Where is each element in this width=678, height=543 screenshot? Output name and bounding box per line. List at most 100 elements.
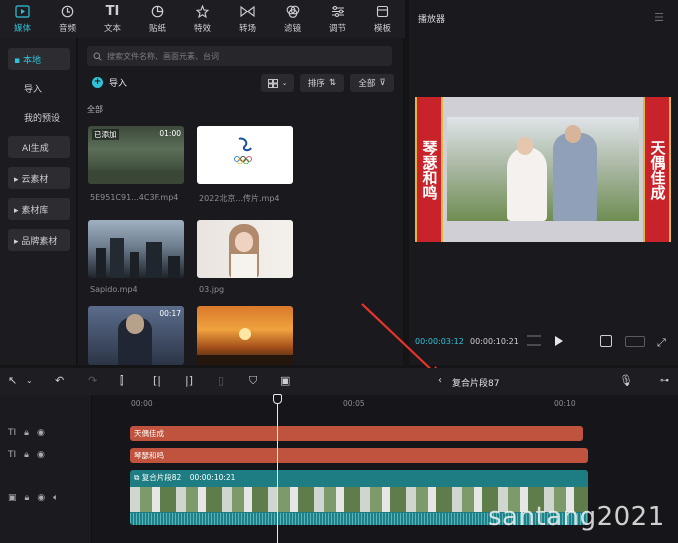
left-couplet-banner: 琴瑟和鸣: [415, 97, 443, 242]
undo-icon[interactable]: ↶: [55, 375, 64, 387]
media-filename: 03.jpg: [199, 285, 225, 294]
shield-icon[interactable]: ⛉: [249, 375, 257, 387]
focus-icon[interactable]: [600, 335, 612, 347]
microphone-icon[interactable]: 🎙︎: [619, 375, 633, 387]
adjust-icon: [331, 5, 345, 20]
select-cursor-icon[interactable]: ↖: [8, 375, 17, 387]
trim-right-icon[interactable]: |]: [185, 375, 193, 387]
compound-clip-duration: 00:00:10:21: [189, 473, 236, 482]
play-icon[interactable]: [555, 336, 563, 346]
media-thumbnail[interactable]: [197, 306, 293, 365]
text-icon: TI: [105, 3, 120, 19]
plus-icon: +: [92, 77, 103, 88]
ruler-tick: 00:00: [131, 399, 153, 408]
delete-icon[interactable]: ▯: [218, 375, 224, 387]
sidebar-item-local[interactable]: ▪ 本地: [8, 48, 70, 70]
text-track-header: TI 🔒︎ ◉: [8, 428, 53, 438]
timeline-view-icon[interactable]: [527, 335, 541, 346]
media-filename: Sapido.mp4: [90, 285, 138, 294]
text-clip[interactable]: 琴瑟和鸣: [130, 448, 588, 463]
tab-audio[interactable]: 音频: [45, 0, 90, 38]
lock-icon[interactable]: 🔒︎: [25, 493, 30, 503]
media-filename: 5E951C91...4C3F.mp4: [90, 193, 179, 202]
right-couplet-text: 天偶佳成: [648, 139, 667, 200]
ruler-tick: 00:10: [554, 399, 576, 408]
import-button[interactable]: + 导入: [92, 76, 127, 89]
tab-label: 文本: [103, 23, 121, 34]
crop-image-icon[interactable]: ▣: [280, 375, 290, 387]
tab-label: 特效: [193, 23, 211, 34]
playhead-line[interactable]: [277, 395, 278, 543]
compound-clip-header: ⧉ 复合片段82 00:00:10:21: [134, 472, 235, 483]
media-icon: [15, 4, 30, 20]
section-label: 全部: [87, 105, 103, 114]
timeline-toolbar: ↖ ⌄ ↶ ↷ ⫿ [| |] ▯ ⛉ ▣ ‹ 复合片段87 🎙︎ ⊶: [0, 368, 678, 395]
tab-label: 音频: [58, 23, 76, 34]
duration-label: 01:00: [159, 129, 181, 138]
search-box[interactable]: 搜索文件名称、画面元素、台词: [87, 46, 392, 66]
media-thumbnail[interactable]: 已添加 01:00: [88, 126, 184, 184]
player-title: 播放器: [418, 15, 446, 25]
tab-label: 滤镜: [283, 23, 301, 34]
text-clip[interactable]: 天偶佳成: [130, 426, 583, 441]
eye-icon[interactable]: ◉: [37, 428, 45, 438]
media-sidebar: ▪ 本地 导入 我的预设 AI生成 ▸ 云素材 ▸ 素材库 ▸ 品牌素材: [0, 38, 77, 365]
media-thumbnail[interactable]: [197, 220, 293, 278]
tab-label: 模板: [373, 23, 391, 34]
menu-icon[interactable]: ☰: [654, 11, 664, 24]
media-thumbnail[interactable]: [197, 126, 293, 184]
tab-adjust[interactable]: 调节: [315, 0, 360, 38]
preview-photo: [447, 117, 639, 221]
ruler-tick: 00:05: [343, 399, 365, 408]
tab-effects[interactable]: 特效: [180, 0, 225, 38]
sidebar-item-cloud[interactable]: ▸ 云素材: [8, 167, 70, 189]
eye-icon[interactable]: ◉: [37, 450, 45, 460]
search-icon: [93, 52, 102, 61]
view-mode-button[interactable]: ⌄: [261, 74, 294, 92]
sidebar-item-library[interactable]: ▸ 素材库: [8, 198, 70, 220]
sort-icon: ⇅: [328, 78, 337, 88]
link-icon[interactable]: ⊶: [660, 375, 669, 387]
media-thumbnail[interactable]: 00:17: [88, 306, 184, 365]
tab-filter[interactable]: 滤镜: [270, 0, 315, 38]
tab-template[interactable]: 模板: [360, 0, 405, 38]
tab-transition[interactable]: 转场: [225, 0, 270, 38]
tab-label: 调节: [328, 23, 346, 34]
sidebar-item-brand[interactable]: ▸ 品牌素材: [8, 229, 70, 251]
right-couplet-banner: 天偶佳成: [643, 97, 671, 242]
sidebar-item-my-presets[interactable]: 我的预设: [8, 106, 70, 128]
added-badge: 已添加: [92, 129, 119, 140]
media-filename: 2022北京...传片.mp4: [199, 194, 280, 203]
chevron-left-icon[interactable]: ‹: [438, 375, 442, 387]
fullscreen-icon[interactable]: ⤢: [657, 336, 666, 350]
audio-icon: [61, 5, 74, 20]
chevron-down-icon[interactable]: ⌄: [26, 375, 33, 387]
lock-icon[interactable]: 🔒︎: [24, 428, 29, 438]
redo-icon[interactable]: ↷: [88, 375, 97, 387]
filter-all-button[interactable]: 全部 ⊽: [350, 74, 394, 92]
tab-media[interactable]: 媒体: [0, 0, 45, 38]
tab-sticker[interactable]: 贴纸: [135, 0, 180, 38]
audio-icon[interactable]: 🔈︎: [53, 493, 58, 503]
media-thumbnail[interactable]: [88, 220, 184, 278]
transition-icon: [240, 5, 255, 20]
sort-button[interactable]: 排序 ⇅: [300, 74, 344, 92]
sidebar-item-import[interactable]: 导入: [8, 77, 70, 99]
split-icon[interactable]: ⫿: [120, 375, 124, 387]
ratio-icon[interactable]: [625, 336, 645, 347]
top-toolbar: 媒体 音频 TI 文本 贴纸 特效 转场 滤镜 调节 模板: [0, 0, 405, 38]
playhead-handle[interactable]: [273, 394, 282, 404]
trim-left-icon[interactable]: [|: [153, 375, 161, 387]
filter-icon: [286, 5, 300, 20]
total-time: 00:00:10:21: [470, 337, 519, 346]
lock-icon[interactable]: 🔒︎: [24, 450, 29, 460]
compound-icon: ⧉: [134, 473, 142, 482]
search-placeholder: 搜索文件名称、画面元素、台词: [107, 51, 219, 61]
sidebar-item-ai-generate[interactable]: AI生成: [8, 136, 70, 158]
tab-text[interactable]: TI 文本: [90, 0, 135, 38]
compound-breadcrumb[interactable]: 复合片段87: [452, 376, 499, 389]
tab-label: 媒体: [13, 23, 31, 34]
text-icon: TI: [8, 428, 17, 438]
eye-icon[interactable]: ◉: [37, 493, 45, 503]
video-preview[interactable]: 琴瑟和鸣 天偶佳成: [415, 97, 671, 242]
